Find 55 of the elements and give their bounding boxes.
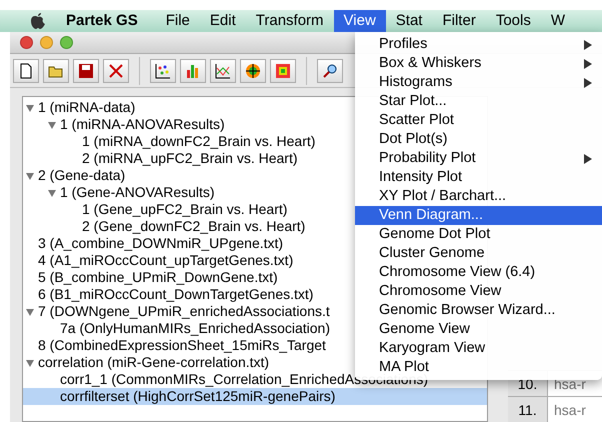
menu-item[interactable]: Chromosome View (6.4)	[355, 263, 602, 282]
menu-title[interactable]: Edit	[200, 10, 246, 32]
save-icon[interactable]	[73, 58, 99, 82]
expanded-triangle-icon[interactable]	[25, 170, 35, 180]
line-chart-icon[interactable]	[210, 58, 236, 82]
menu-item[interactable]: Genomic Browser Wizard...	[355, 301, 602, 320]
menu-item[interactable]: Chromosome View	[355, 282, 602, 301]
tree-row[interactable]: corrfilterset (HighCorrSet125miR-genePairs)	[23, 388, 487, 405]
heatmap-icon[interactable]	[270, 58, 296, 82]
menu-item[interactable]: Cluster Genome	[355, 244, 602, 263]
menu-item[interactable]: Star Plot...	[355, 92, 602, 111]
menu-item[interactable]: Profiles	[355, 35, 602, 54]
scatter-chart-icon[interactable]	[150, 58, 176, 82]
menu-item[interactable]: Scatter Plot	[355, 111, 602, 130]
menu-title[interactable]: Tools	[486, 10, 541, 32]
delete-icon[interactable]	[103, 58, 129, 82]
tree-item-label: 2 (Gene-data)	[38, 167, 126, 184]
expanded-triangle-icon[interactable]	[25, 102, 35, 112]
menu-title[interactable]: Filter	[432, 10, 486, 32]
tree-item-label: corrfilterset (HighCorrSet125miR-genePairs)	[60, 388, 336, 405]
expanded-triangle-icon[interactable]	[25, 306, 35, 316]
menu-title[interactable]: View	[334, 10, 386, 32]
star-plot-icon[interactable]	[240, 58, 266, 82]
menu-item[interactable]: Karyogram View	[355, 339, 602, 358]
new-file-icon[interactable]	[13, 58, 39, 82]
row-number: 11.	[508, 397, 548, 422]
table-cell: hsa-r	[548, 397, 602, 422]
menu-item[interactable]: Dot Plot(s)	[355, 130, 602, 149]
close-button[interactable]	[20, 36, 33, 49]
menu-title[interactable]: File	[156, 10, 200, 32]
menu-item[interactable]: Genome View	[355, 320, 602, 339]
apple-icon[interactable]	[30, 12, 46, 30]
tree-item-label: 1 (miRNA-data)	[38, 99, 136, 116]
expanded-triangle-icon[interactable]	[47, 120, 57, 130]
histogram-icon[interactable]	[180, 58, 206, 82]
menu-item[interactable]: Venn Diagram...	[355, 206, 602, 225]
menu-item[interactable]: Genome Dot Plot	[355, 225, 602, 244]
menu-item[interactable]: Probability Plot	[355, 149, 602, 168]
tree-item-label: 7 (DOWNgene_UPmiR_enrichedAssociations.t	[38, 303, 330, 320]
menu-title[interactable]: W	[540, 10, 576, 32]
tree-item-label: 1 (Gene-ANOVAResults)	[60, 184, 215, 201]
menu-title[interactable]: Transform	[246, 10, 334, 32]
menu-item[interactable]: XY Plot / Barchart...	[355, 187, 602, 206]
menu-item[interactable]: Box & Whiskers	[355, 54, 602, 73]
open-folder-icon[interactable]	[43, 58, 69, 82]
app-name[interactable]: Partek GS	[66, 10, 138, 32]
menu-title[interactable]: Stat	[386, 10, 432, 32]
expanded-triangle-icon[interactable]	[25, 358, 35, 368]
expanded-triangle-icon[interactable]	[47, 188, 57, 198]
tree-item-label: 1 (miRNA-ANOVAResults)	[60, 116, 225, 133]
menu-item[interactable]: Intensity Plot	[355, 168, 602, 187]
zoom-button[interactable]	[60, 36, 73, 49]
search-icon[interactable]	[317, 58, 343, 82]
menu-item[interactable]: Histograms	[355, 73, 602, 92]
tree-item-label: correlation (miR-Gene-correlation.txt)	[38, 354, 270, 371]
